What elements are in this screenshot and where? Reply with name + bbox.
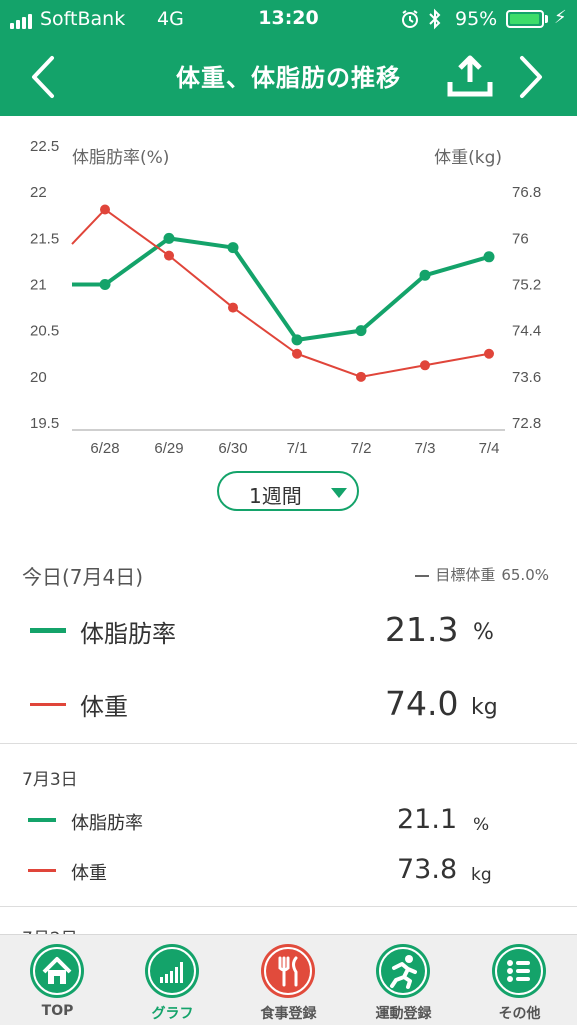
goal-weight: 目標体重 65.0% [415,564,549,585]
x-tick-label: 6/30 [218,440,247,457]
left-tick-label: 22 [30,184,47,201]
x-tick-label: 7/3 [415,440,436,457]
right-tick-label: 76 [512,230,529,247]
goal-value: 65.0% [501,566,549,584]
left-axis-label: 体脂肪率(%) [72,148,169,168]
running-icon [376,944,430,998]
right-axis-label: 体重(kg) [434,148,502,168]
x-tick-label: 7/2 [351,440,372,457]
share-icon [447,55,493,97]
caret-down-icon [331,488,347,498]
goal-line-icon [415,574,430,577]
bar-chart-icon [145,944,199,998]
x-tick-label: 7/1 [287,440,308,457]
weight-legend-swatch [30,703,66,706]
right-tick-label: 74.4 [512,323,541,340]
weight-value: 73.8 [397,854,458,885]
left-tick-label: 22.5 [30,138,59,155]
fat-legend-swatch [30,628,66,633]
right-tick-label: 75.2 [512,277,541,294]
weight-fat-chart: 22.5 22 21.5 21 20.5 20 19.5 76.8 76 75.2 74.4 73.6… [30,138,541,457]
tab-other[interactable]: その他 [462,935,577,1025]
tab-label: 食事登録 [260,1006,317,1022]
home-icon [30,944,84,998]
section-date: 7月3日 [22,770,78,790]
goal-label: 目標体重 [435,566,496,584]
tab-top[interactable]: TOP [0,935,115,1025]
weight-label: 体重 [71,863,107,884]
weight-data-point [100,204,110,215]
fat-unit: % [473,815,490,835]
list-icon [492,944,546,998]
header: 体重、体脂肪の推移 [0,40,577,116]
fat-value: 21.1 [397,804,458,835]
today-date: 今日(7月4日) [22,565,144,589]
x-tick-label: 6/28 [90,440,119,457]
weight-data-point [484,348,494,359]
fat-data-point [291,334,303,346]
left-tick-label: 19.5 [30,415,59,432]
right-tick-label: 73.6 [512,369,541,386]
tab-label: その他 [498,1006,541,1022]
fat-data-point [163,232,175,244]
weight-data-point [164,250,174,261]
left-tick-label: 20.5 [30,323,59,340]
fat-data-point [483,251,495,263]
tab-label: 運動登録 [375,1006,432,1022]
fat-data-point [227,242,239,254]
fat-series-line [103,236,490,342]
tab-bar: TOP グラフ 食事登録 運動登録 その他 [0,934,577,1025]
period-dropdown[interactable]: 1週間 [217,471,359,511]
tab-label: TOP [41,1003,74,1019]
today-weight-value: 74.0 [385,684,459,723]
divider [0,906,577,907]
weight-unit: kg [471,865,492,885]
battery-percent: 95% [455,8,498,30]
today-fat-label: 体脂肪率 [80,620,176,648]
divider [0,743,577,744]
weight-legend-swatch [28,869,56,872]
left-tick-label: 21 [30,277,47,294]
tab-label: グラフ [151,1006,194,1022]
alarm-icon [400,9,420,34]
fat-legend-swatch [28,818,56,822]
tab-exercise[interactable]: 運動登録 [346,935,461,1025]
status-bar: SoftBank 4G 13:20 95% ⚡ [0,0,577,40]
today-fat-unit: % [473,620,494,645]
right-tick-label: 76.8 [512,184,541,201]
x-tick-label: 7/4 [479,440,500,457]
fork-knife-icon [261,944,315,998]
battery-icon [506,10,544,28]
weight-series-line [71,208,490,378]
right-tick-label: 72.8 [512,415,541,432]
tab-graph[interactable]: グラフ [115,935,230,1025]
charging-icon: ⚡ [554,7,567,28]
today-fat-value: 21.3 [385,610,459,649]
weight-data-point [228,302,238,313]
bluetooth-icon [428,8,442,35]
left-tick-label: 21.5 [30,230,59,247]
weight-data-point [292,348,302,359]
x-tick-label: 6/29 [154,440,183,457]
weight-data-point [420,360,430,371]
fat-data-point [419,269,431,281]
left-tick-label: 20 [30,369,47,386]
weight-data-point [356,371,366,382]
today-weight-label: 体重 [80,693,128,721]
fat-label: 体脂肪率 [71,813,143,834]
period-label: 1週間 [249,484,302,508]
next-button[interactable] [516,54,546,104]
fat-data-point [355,325,367,337]
fat-data-point [99,279,111,290]
today-weight-unit: kg [471,695,498,720]
tab-meal[interactable]: 食事登録 [231,935,346,1025]
share-button[interactable] [444,52,496,104]
